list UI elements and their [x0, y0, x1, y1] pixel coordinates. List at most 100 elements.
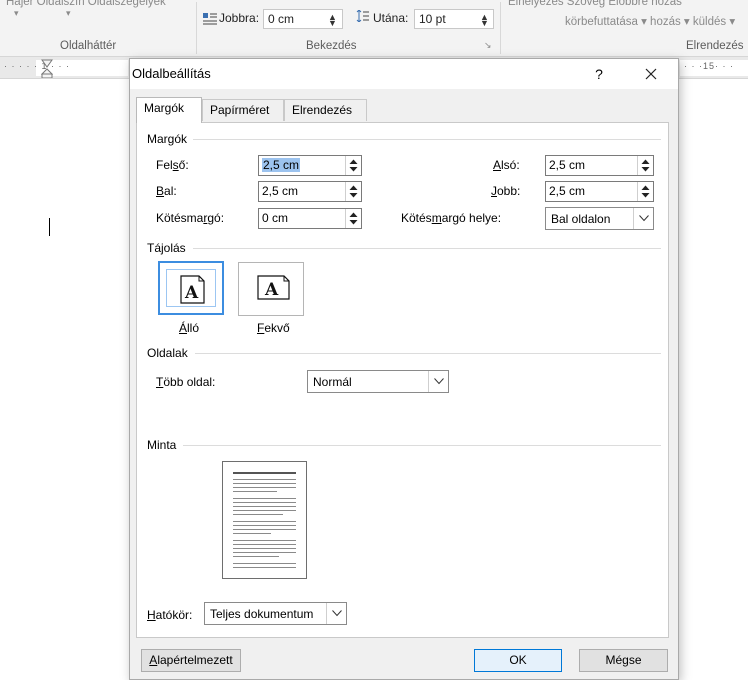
gutter-spinbox[interactable]: 0 cm	[258, 208, 362, 229]
spin-updown-icon[interactable]	[345, 156, 361, 175]
preview-line	[233, 479, 296, 480]
left-margin-label: Bal:	[156, 184, 177, 198]
tab-elrendezes[interactable]: Elrendezés	[284, 99, 367, 121]
tab-papirmeret[interactable]: Papírméret	[202, 99, 284, 121]
set-as-default-button[interactable]: Alapértelmezett	[141, 649, 241, 672]
right-margin-value[interactable]: 2,5 cm	[549, 184, 585, 198]
gutter-label: Kötésmargó:	[156, 211, 225, 225]
chevron-down-icon[interactable]	[326, 603, 346, 624]
pages-section-title: Oldalak	[147, 346, 188, 360]
ruler-ticks: · · ·15· · ·	[684, 61, 734, 71]
bottom-margin-label: Alsó:	[493, 158, 520, 172]
spacing-after-icon	[356, 10, 369, 22]
chevron-down-icon[interactable]: ▾	[14, 8, 19, 19]
margins-section-title: Margók	[147, 132, 188, 146]
multiple-pages-value: Normál	[313, 375, 352, 389]
preview-line	[233, 498, 296, 499]
chevron-down-icon[interactable]: ▾	[66, 8, 71, 19]
top-margin-label: Felső:	[156, 158, 189, 172]
gutter-position-label: Kötésmargó helye:	[401, 211, 502, 225]
orientation-section-title: Tájolás	[147, 241, 186, 255]
apply-to-label: Hatókör:	[147, 608, 193, 622]
portrait-label: Álló	[179, 321, 200, 335]
bottom-margin-spinbox[interactable]: 2,5 cm	[545, 155, 654, 176]
ribbon-separator	[500, 2, 501, 54]
dialog-title: Oldalbeállítás	[132, 66, 211, 81]
chevron-down-icon[interactable]	[633, 208, 653, 229]
section-divider	[193, 139, 661, 140]
preview-line	[233, 510, 296, 511]
left-margin-spinbox[interactable]: 2,5 cm	[258, 181, 362, 202]
top-margin-value[interactable]: 2,5 cm	[262, 158, 301, 172]
dialog-launcher-icon[interactable]: ↘	[484, 40, 492, 51]
preview-line	[233, 521, 296, 522]
jobbra-label: Jobbra:	[219, 11, 260, 25]
preview-line	[233, 483, 296, 484]
spin-updown-icon[interactable]	[637, 182, 653, 201]
svg-text:A: A	[264, 280, 279, 300]
multiple-pages-label: Több oldal:	[156, 375, 216, 389]
right-margin-spinbox[interactable]: 2,5 cm	[545, 181, 654, 202]
text-cursor	[49, 218, 50, 236]
help-button[interactable]: ?	[587, 62, 611, 86]
portrait-page-icon: A	[180, 275, 205, 304]
top-margin-spinbox[interactable]: 2,5 cm	[258, 155, 362, 176]
section-divider	[195, 353, 661, 354]
apply-to-dropdown[interactable]: Teljes dokumentum	[204, 602, 347, 625]
bottom-margin-value[interactable]: 2,5 cm	[549, 158, 585, 172]
margins-tab-panel: Margók Felső: 2,5 cm Alsó: 2,5 cm Bal: 2…	[136, 122, 669, 638]
dialog-titlebar[interactable]: Oldalbeállítás ?	[130, 59, 678, 89]
gutter-value[interactable]: 0 cm	[262, 211, 288, 225]
preview-line	[233, 533, 271, 534]
ribbon-page-background-commands[interactable]: Hajer Oldalszín Oldalszegélyek	[6, 0, 166, 8]
ribbon-group-oldalhatter: Oldalháttér	[60, 40, 117, 52]
apply-to-value: Teljes dokumentum	[210, 607, 314, 621]
multiple-pages-dropdown[interactable]: Normál	[307, 370, 449, 393]
landscape-button[interactable]: A	[238, 262, 304, 316]
ribbon-arrange-commands[interactable]: Elhelyezés Szöveg Előbbre hozás	[508, 0, 682, 8]
ribbon-group-elrendezes: Elrendezés	[686, 40, 744, 52]
portrait-button[interactable]: A	[158, 261, 224, 315]
preview-line	[233, 552, 296, 553]
spin-updown-icon[interactable]	[637, 156, 653, 175]
spin-updown-icon[interactable]	[345, 209, 361, 228]
section-divider	[183, 445, 661, 446]
preview-line	[233, 487, 296, 488]
preview-line	[233, 567, 296, 568]
preview-line	[233, 563, 296, 564]
page-preview	[222, 461, 307, 579]
left-margin-value[interactable]: 2,5 cm	[262, 184, 298, 198]
cancel-button[interactable]: Mégse	[579, 649, 668, 672]
utana-spin-icon[interactable]: ▲ ▼	[480, 13, 489, 28]
utana-label: Utána:	[373, 11, 409, 25]
preview-line	[233, 540, 296, 541]
ok-button[interactable]: OK	[474, 649, 562, 672]
page-setup-dialog: Oldalbeállítás ? Margók Papírméret Elren…	[129, 58, 679, 680]
portrait-focus-rect: A	[166, 269, 216, 307]
jobbra-spin-icon[interactable]: ▲ ▼	[328, 13, 337, 28]
gutter-position-dropdown[interactable]: Bal oldalon	[545, 207, 654, 230]
preview-line	[233, 529, 296, 530]
svg-text:A: A	[184, 283, 199, 303]
indent-right-icon	[203, 13, 217, 25]
preview-line	[233, 506, 296, 507]
preview-line	[233, 544, 296, 545]
preview-line	[233, 525, 296, 526]
close-icon[interactable]	[636, 62, 666, 86]
gutter-position-value: Bal oldalon	[551, 212, 611, 226]
tab-margok[interactable]: Margók	[136, 97, 202, 123]
chevron-down-icon[interactable]	[428, 371, 448, 392]
ribbon-arrange-dropdowns[interactable]: körbefuttatása ▾ hozás ▾ küldés ▾	[565, 14, 735, 28]
landscape-label: Fekvő	[257, 321, 290, 335]
preview-line	[233, 491, 277, 492]
preview-line	[233, 502, 296, 503]
ribbon-separator	[196, 2, 197, 54]
ribbon: Hajer Oldalszín Oldalszegélyek ▾ ▾ Oldal…	[0, 0, 748, 57]
preview-line	[233, 514, 283, 515]
spin-updown-icon[interactable]	[345, 182, 361, 201]
preview-line	[233, 548, 296, 549]
indent-marker-icon[interactable]	[41, 59, 53, 79]
section-divider	[193, 248, 661, 249]
right-margin-label: Jobb:	[491, 184, 521, 198]
ruler-ticks: · · · · · 1 · · ·	[4, 61, 70, 71]
